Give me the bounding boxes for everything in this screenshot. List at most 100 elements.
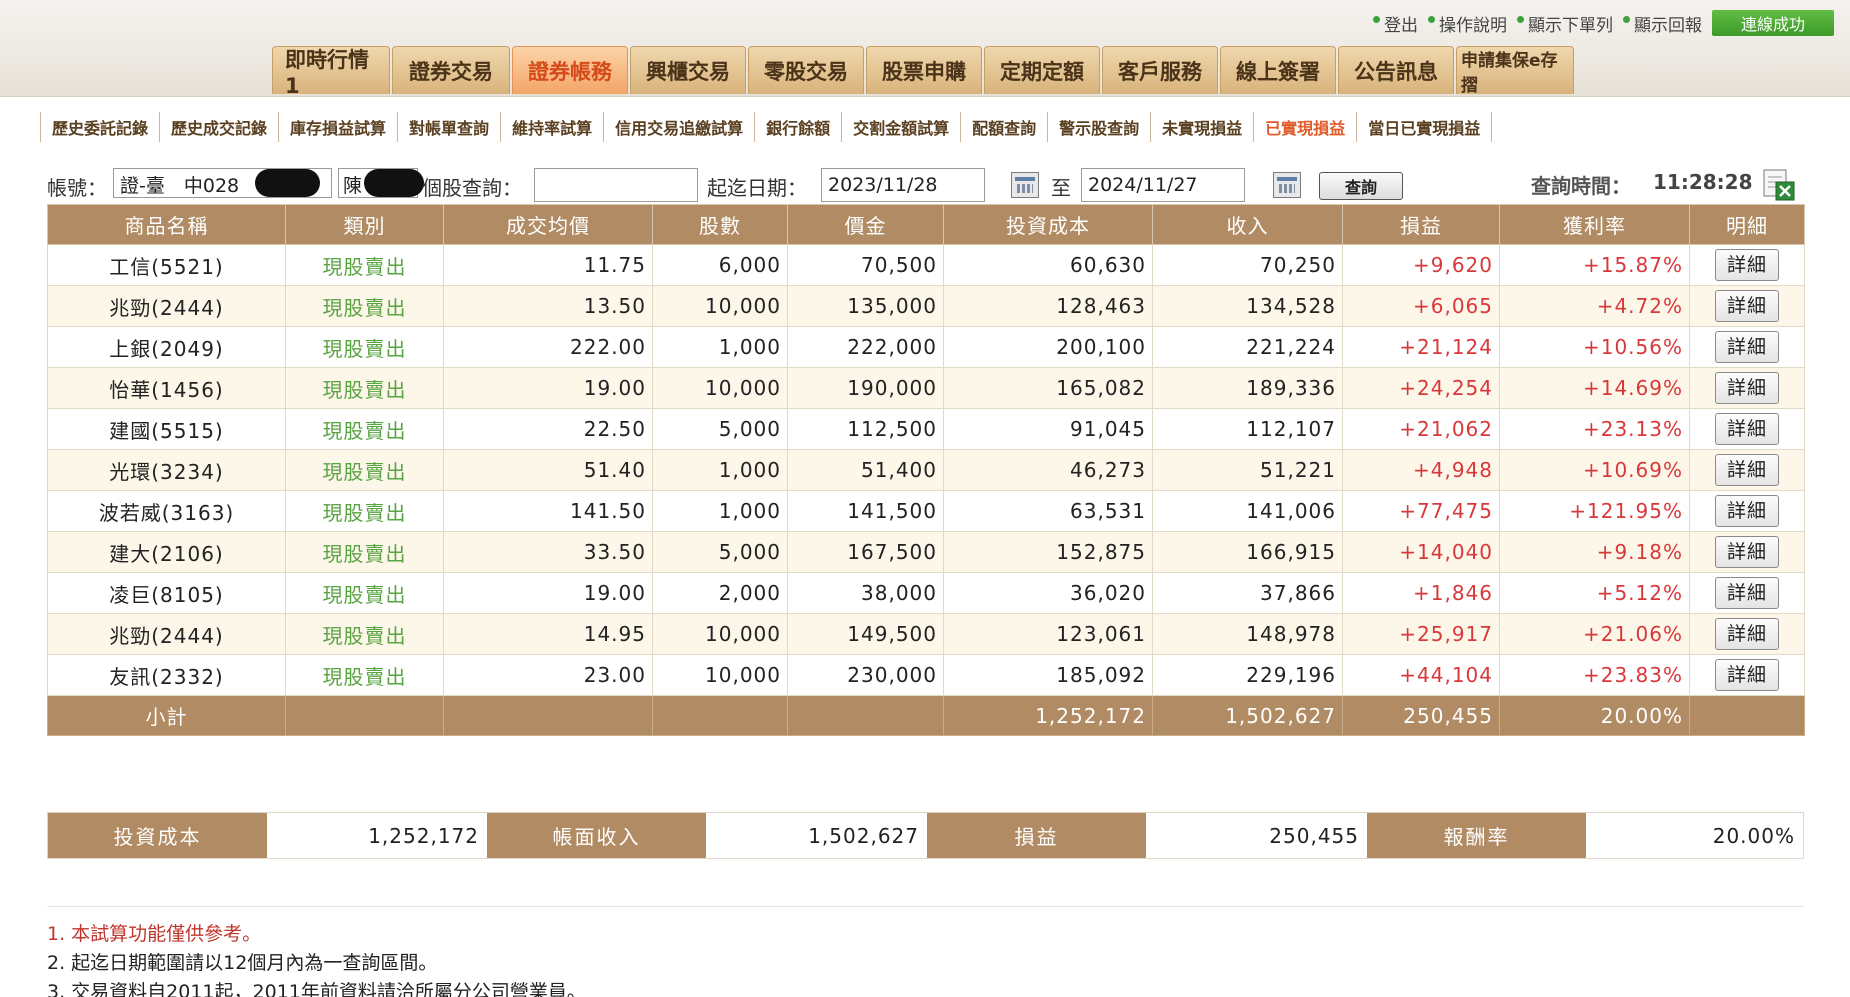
tab-securities-account[interactable]: 證券帳務 [512,46,628,94]
detail-button[interactable]: 詳細 [1715,659,1779,691]
subtotal-pnl: 250,455 [1342,695,1500,736]
show-order-bar-link[interactable]: 顯示下單列 [1517,11,1613,36]
detail-button[interactable]: 詳細 [1715,290,1779,322]
stock-query-input[interactable] [534,168,698,202]
cell-avg-price: 19.00 [443,572,653,614]
detail-button[interactable]: 詳細 [1715,372,1779,404]
cell-detail: 詳細 [1689,285,1805,327]
cell-detail: 詳細 [1689,490,1805,532]
subnav-trade-history[interactable]: 歷史成交記錄 [159,112,278,142]
detail-button[interactable]: 詳細 [1715,331,1779,363]
cell-detail: 詳細 [1689,408,1805,450]
cell-product-name: 建國(5515) [47,408,286,450]
cell-pnl: +44,104 [1342,654,1500,696]
to-label: 至 [1051,176,1071,200]
detail-button[interactable]: 詳細 [1715,618,1779,650]
sub-nav: 歷史委託記錄 歷史成交記錄 庫存損益試算 對帳單查詢 維持率試算 信用交易追繳試… [40,112,1493,142]
subtotal-empty [285,695,444,736]
calendar-icon[interactable] [1273,172,1301,198]
notes: 1. 本試算功能僅供參考。 2. 起迄日期範圍請以12個月內為一查詢區間。 3.… [47,920,586,997]
account-label: 帳號： [47,176,107,200]
cell-amount: 141,500 [787,490,944,532]
subnav-bank-balance[interactable]: 銀行餘額 [754,112,841,142]
cell-pnl: +6,065 [1342,285,1500,327]
cell-shares: 6,000 [652,244,788,286]
table-row: 建大(2106) 現股賣出 33.50 5,000 167,500 152,875 166,… [47,531,1805,573]
subtotal-income: 1,502,627 [1152,695,1343,736]
subnav-intraday-realized-pnl[interactable]: 當日已實現損益 [1356,112,1493,142]
subnav-realized-pnl[interactable]: 已實現損益 [1253,112,1356,142]
cell-shares: 10,000 [652,613,788,655]
subnav-quota[interactable]: 配額查詢 [960,112,1047,142]
cell-cost: 200,100 [943,326,1153,368]
cell-category: 現股賣出 [285,654,444,696]
summary-pnl-value: 250,455 [1146,813,1367,858]
detail-button[interactable]: 詳細 [1715,413,1779,445]
cell-cost: 123,061 [943,613,1153,655]
tab-online-signing[interactable]: 線上簽署 [1220,46,1336,94]
tab-odd-lot-trading[interactable]: 零股交易 [748,46,864,94]
subnav-maintenance-rate[interactable]: 維持率試算 [500,112,603,142]
cell-avg-price: 19.00 [443,367,653,409]
help-link[interactable]: 操作說明 [1428,11,1507,36]
cell-pnl: +24,254 [1342,367,1500,409]
cell-detail: 詳細 [1689,531,1805,573]
summary-income-value: 1,502,627 [706,813,927,858]
query-button[interactable]: 查詢 [1319,172,1403,200]
table-row: 建國(5515) 現股賣出 22.50 5,000 112,500 91,045 112,1… [47,408,1805,450]
cell-cost: 63,531 [943,490,1153,532]
subnav-unrealized-pnl[interactable]: 未實現損益 [1150,112,1253,142]
show-report-label: 顯示回報 [1634,15,1702,36]
show-report-link[interactable]: 顯示回報 [1623,11,1702,36]
cell-pnl: +21,062 [1342,408,1500,450]
cell-avg-price: 141.50 [443,490,653,532]
note-3: 3. 交易資料自2011起，2011年前資料請洽所屬分公司營業員。 [47,981,586,997]
cell-avg-price: 33.50 [443,531,653,573]
excel-export-icon[interactable] [1762,168,1798,202]
redacted-name [364,169,424,197]
cell-cost: 165,082 [943,367,1153,409]
logout-link[interactable]: 登出 [1373,11,1418,36]
subnav-warning-stocks[interactable]: 警示股查詢 [1047,112,1150,142]
cell-amount: 70,500 [787,244,944,286]
subnav-margin-call[interactable]: 信用交易追繳試算 [603,112,754,142]
tab-regular-investment[interactable]: 定期定額 [984,46,1100,94]
tab-realtime-quotes[interactable]: 即時行情1 [272,46,390,98]
cell-shares: 5,000 [652,408,788,450]
detail-button[interactable]: 詳細 [1715,249,1779,281]
summary-rate-label: 報酬率 [1367,813,1586,858]
cell-amount: 38,000 [787,572,944,614]
cell-income: 166,915 [1152,531,1343,573]
cell-return-rate: +10.69% [1499,449,1690,491]
cell-cost: 60,630 [943,244,1153,286]
tab-announcements[interactable]: 公告訊息 [1338,46,1454,94]
detail-button[interactable]: 詳細 [1715,454,1779,486]
cell-cost: 185,092 [943,654,1153,696]
summary-cost-value: 1,252,172 [267,813,487,858]
cell-cost: 46,273 [943,449,1153,491]
subnav-settlement[interactable]: 交割金額試算 [841,112,960,142]
subtotal-rate: 20.00% [1499,695,1690,736]
detail-button[interactable]: 詳細 [1715,495,1779,527]
query-time-value: 11:28:28 [1653,170,1753,194]
subnav-inventory-pnl[interactable]: 庫存損益試算 [278,112,397,142]
subnav-statement[interactable]: 對帳單查詢 [397,112,500,142]
tab-ipo-subscription[interactable]: 股票申購 [866,46,982,94]
calendar-icon[interactable] [1011,172,1039,198]
table-row: 兆勁(2444) 現股賣出 14.95 10,000 149,500 123,061 148… [47,613,1805,655]
cell-category: 現股賣出 [285,572,444,614]
start-date-input[interactable] [821,168,985,202]
tab-securities-trading[interactable]: 證券交易 [392,46,510,94]
summary-pnl-label: 損益 [927,813,1146,858]
note-2: 2. 起迄日期範圍請以12個月內為一查詢區間。 [47,952,438,974]
subnav-order-history[interactable]: 歷史委託記錄 [40,112,159,142]
detail-button[interactable]: 詳細 [1715,577,1779,609]
detail-button[interactable]: 詳細 [1715,536,1779,568]
tab-e-passbook[interactable]: 申請集保e存摺 [1456,46,1574,96]
tab-emerging-trading[interactable]: 興櫃交易 [630,46,746,94]
subtotal-empty [1689,695,1805,736]
tab-customer-service[interactable]: 客戶服務 [1102,46,1218,94]
show-order-bar-label: 顯示下單列 [1528,15,1613,36]
cell-shares: 10,000 [652,654,788,696]
end-date-input[interactable] [1081,168,1245,202]
